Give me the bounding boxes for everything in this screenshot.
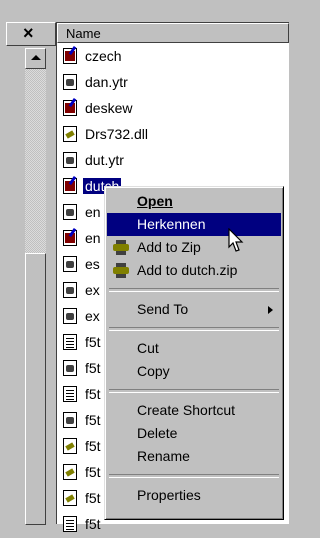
file-name: deskew: [85, 100, 133, 116]
file-name: f5t: [85, 334, 101, 350]
menu-rename[interactable]: Rename: [107, 445, 281, 468]
file-row[interactable]: deskew: [57, 95, 289, 121]
menu-herkennen-label: Herkennen: [137, 216, 206, 232]
dll-icon: [63, 464, 77, 480]
dll-icon: [63, 126, 77, 142]
doc-icon: [63, 360, 77, 376]
menu-add-to-zip[interactable]: Add to Zip: [107, 236, 281, 259]
menu-delete-label: Delete: [137, 425, 178, 441]
mouse-pointer-icon: [228, 228, 244, 252]
submenu-arrow-icon: [268, 306, 273, 314]
file-name: f5t: [85, 464, 101, 480]
close-pane-icon[interactable]: ×: [23, 24, 34, 42]
menu-separator: [109, 288, 279, 292]
menu-add-to-zip-label: Add to Zip: [137, 239, 201, 255]
doc-icon: [63, 204, 77, 220]
menu-separator: [109, 389, 279, 393]
menu-open-label: Open: [137, 193, 173, 209]
exe-icon: [63, 100, 77, 116]
menu-properties[interactable]: Properties: [107, 484, 281, 507]
file-name: Drs732.dll: [85, 126, 149, 142]
dll-icon: [63, 438, 77, 454]
context-menu: Open Herkennen Add to Zip Add to dutch.z…: [104, 186, 284, 520]
menu-send-to[interactable]: Send To: [107, 298, 281, 321]
file-row[interactable]: dut.ytr: [57, 147, 289, 173]
menu-create-shortcut[interactable]: Create Shortcut: [107, 399, 281, 422]
exe-icon: [63, 178, 77, 194]
menu-herkennen[interactable]: Herkennen: [107, 213, 281, 236]
doc-icon: [63, 152, 77, 168]
file-name: f5t: [85, 438, 101, 454]
menu-copy[interactable]: Copy: [107, 360, 281, 383]
name-column-header[interactable]: Name: [57, 23, 289, 43]
file-name: czech: [85, 48, 122, 64]
doc-icon: [63, 74, 77, 90]
file-name: ex: [85, 308, 100, 324]
menu-add-to-dutch-zip-label: Add to dutch.zip: [137, 262, 238, 278]
file-name: dut.ytr: [85, 152, 124, 168]
exe-icon: [63, 230, 77, 246]
file-row[interactable]: dan.ytr: [57, 69, 289, 95]
doc-icon: [63, 308, 77, 324]
txt-icon: [63, 386, 77, 402]
winzip-icon: [113, 240, 129, 255]
dll-icon: [63, 490, 77, 506]
menu-cut-label: Cut: [137, 340, 159, 356]
file-name: f5t: [85, 516, 101, 532]
doc-icon: [63, 256, 77, 272]
file-name: f5t: [85, 412, 101, 428]
menu-properties-label: Properties: [137, 487, 201, 503]
scroll-up-arrow-icon[interactable]: [25, 48, 46, 69]
txt-icon: [63, 334, 77, 350]
winzip-icon: [113, 263, 129, 278]
menu-rename-label: Rename: [137, 448, 190, 464]
folder-pane: ×: [0, 0, 56, 525]
doc-icon: [63, 282, 77, 298]
exe-icon: [63, 48, 77, 64]
txt-icon: [63, 516, 77, 532]
file-name: es: [85, 256, 100, 272]
menu-separator: [109, 327, 279, 331]
menu-separator: [109, 474, 279, 478]
scrollbar-thumb[interactable]: [25, 253, 46, 525]
menu-copy-label: Copy: [137, 363, 170, 379]
menu-add-to-dutch-zip[interactable]: Add to dutch.zip: [107, 259, 281, 282]
file-name: dan.ytr: [85, 74, 128, 90]
menu-send-to-label: Send To: [137, 301, 189, 317]
folder-pane-scrollbar[interactable]: [25, 48, 46, 525]
file-name: en: [85, 230, 101, 246]
doc-icon: [63, 412, 77, 428]
menu-open[interactable]: Open: [107, 190, 281, 213]
menu-delete[interactable]: Delete: [107, 422, 281, 445]
file-name: f5t: [85, 490, 101, 506]
file-name: f5t: [85, 386, 101, 402]
file-name: f5t: [85, 360, 101, 376]
file-row[interactable]: Drs732.dll: [57, 121, 289, 147]
menu-create-shortcut-label: Create Shortcut: [137, 402, 236, 418]
file-row[interactable]: czech: [57, 43, 289, 69]
file-name: en: [85, 204, 101, 220]
menu-cut[interactable]: Cut: [107, 337, 281, 360]
file-name: ex: [85, 282, 100, 298]
